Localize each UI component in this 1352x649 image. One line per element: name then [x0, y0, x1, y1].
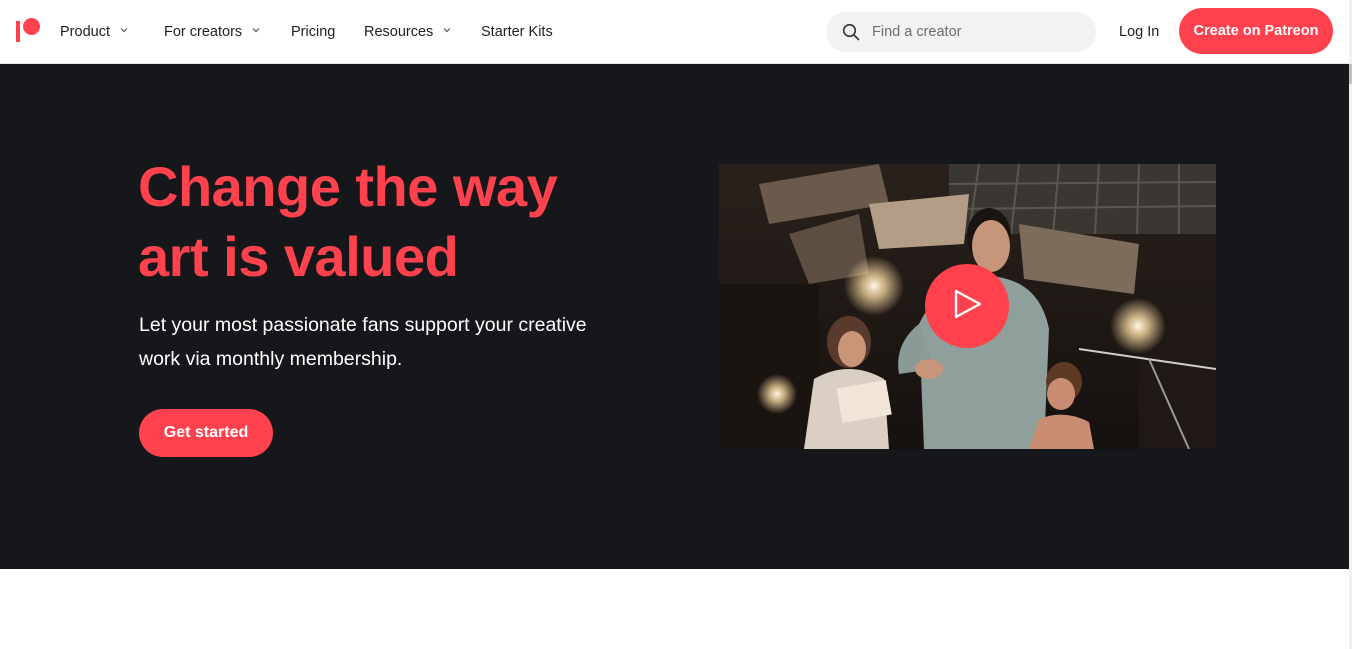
hero-headline-line1: Change the way: [138, 155, 558, 218]
nav-item-starter-kits[interactable]: Starter Kits: [481, 0, 553, 64]
nav-item-resources[interactable]: Resources: [364, 0, 451, 64]
nav-item-label: Starter Kits: [481, 24, 553, 40]
hero-subtext: Let your most passionate fans support yo…: [139, 308, 639, 376]
hero-subtext-line1: Let your most passionate fans support yo…: [139, 314, 587, 336]
patreon-logo[interactable]: [16, 18, 42, 44]
hero-headline: Change the way art is valued: [138, 152, 658, 292]
hero-headline-line2: art is valued: [138, 225, 459, 288]
nav-item-pricing[interactable]: Pricing: [291, 0, 335, 64]
hero-video[interactable]: [719, 164, 1216, 449]
login-link[interactable]: Log In: [1119, 0, 1159, 64]
hero-subtext-line2: work via monthly membership.: [139, 348, 403, 370]
creator-search-bar[interactable]: [826, 12, 1096, 52]
chevron-down-icon: [120, 26, 128, 34]
chevron-down-icon: [252, 26, 260, 34]
create-on-patreon-button[interactable]: Create on Patreon: [1179, 8, 1333, 54]
nav-item-for-creators[interactable]: For creators: [164, 0, 260, 64]
nav-item-label: Product: [60, 24, 110, 40]
chevron-down-icon: [443, 26, 451, 34]
logo-dot: [23, 18, 40, 35]
play-icon: [950, 287, 984, 326]
top-navbar: Product For creators Pricing Resources S…: [0, 0, 1349, 64]
logo-bar: [16, 21, 20, 42]
nav-item-label: For creators: [164, 24, 243, 40]
nav-item-product[interactable]: Product: [60, 0, 128, 64]
search-icon: [842, 23, 860, 41]
nav-item-label: Pricing: [291, 24, 336, 40]
get-started-button[interactable]: Get started: [139, 409, 273, 457]
play-button[interactable]: [925, 264, 1009, 348]
nav-item-label: Resources: [364, 24, 434, 40]
search-input[interactable]: [872, 24, 1072, 40]
hero-section: Change the way art is valued Let your mo…: [0, 64, 1349, 569]
